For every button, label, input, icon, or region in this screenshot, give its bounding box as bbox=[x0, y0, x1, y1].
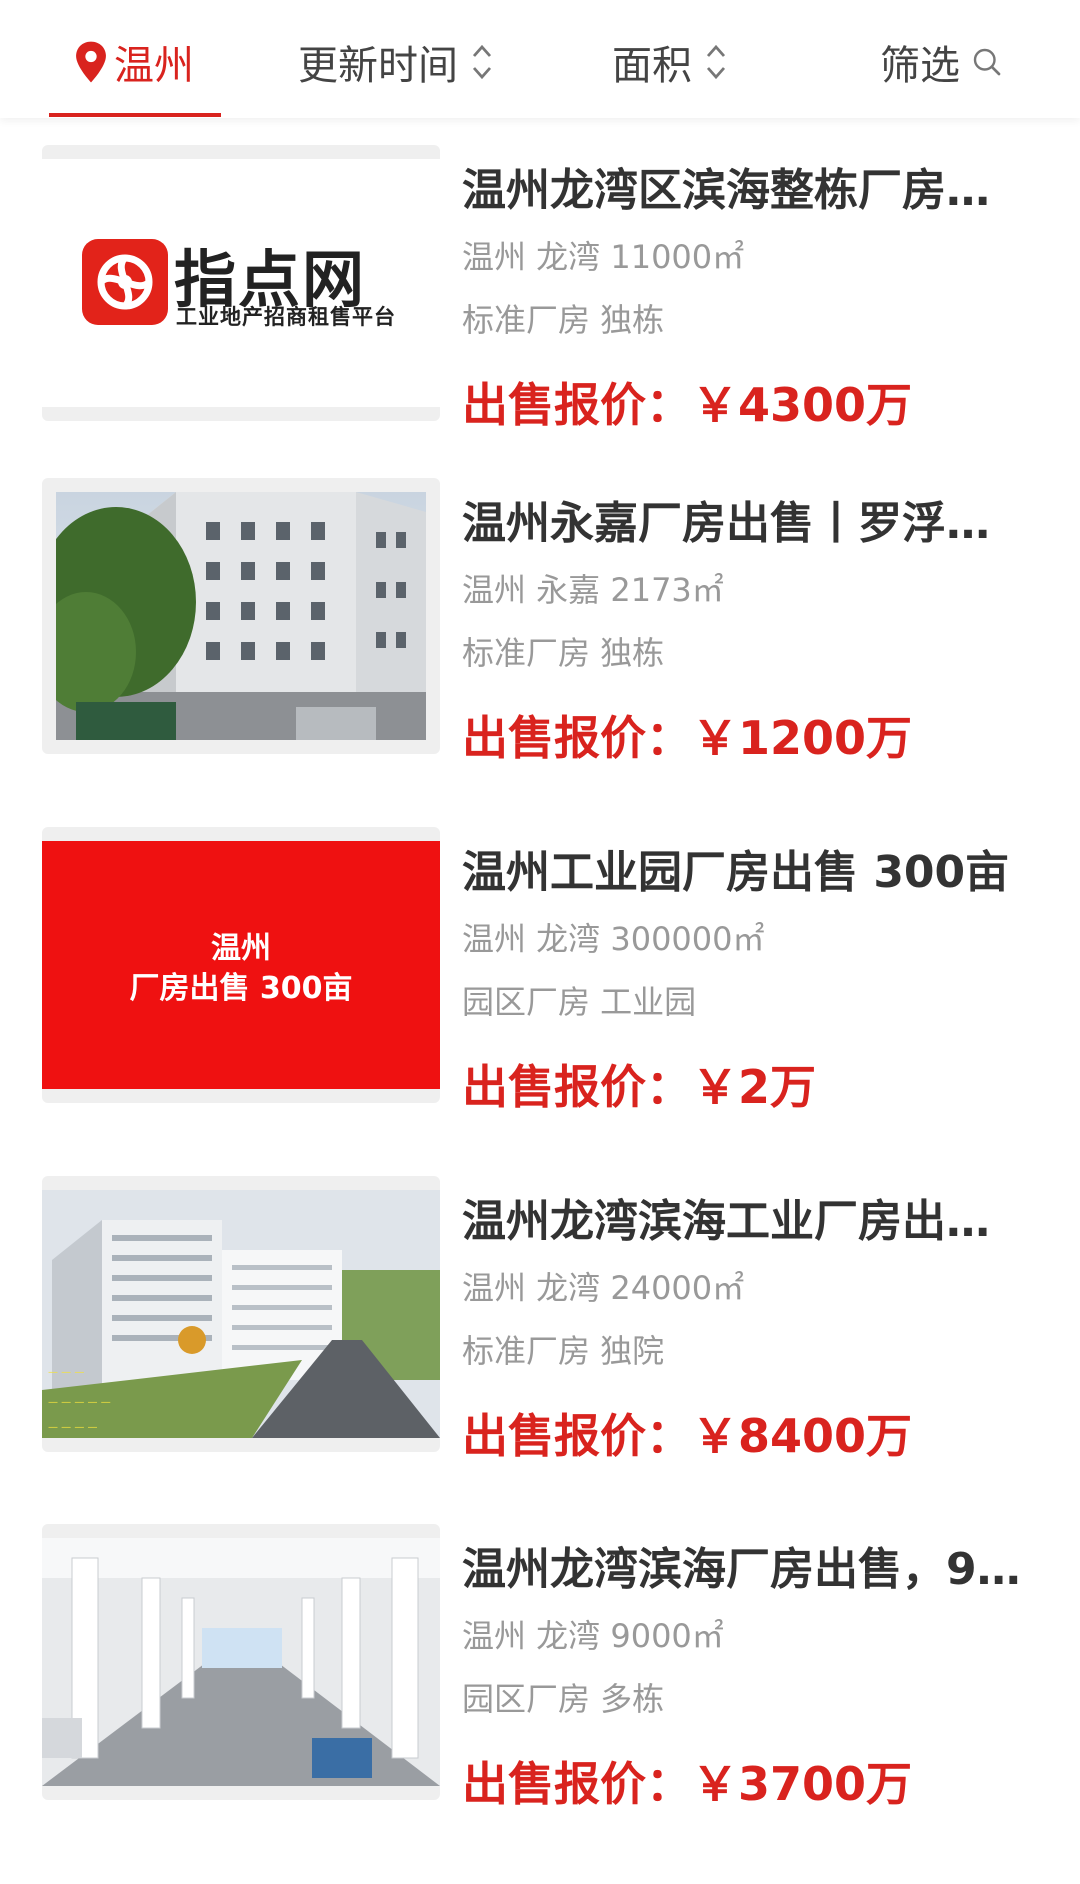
promo-card-image: 温州 厂房出售 300亩 bbox=[42, 841, 440, 1089]
promo-card-text: 温州 厂房出售 300亩 bbox=[42, 929, 440, 1009]
logo-tagline: 工业地产招商租售平台 bbox=[176, 305, 396, 329]
listing-price: 出售报价：￥2万 bbox=[462, 1060, 817, 1114]
sort-area-label: 面积 bbox=[612, 43, 692, 89]
industrial-park-photo: — — — — — — — — — — — — bbox=[42, 1190, 440, 1438]
listing-thumbnail: 指点网 工业地产招商租售平台 bbox=[42, 145, 440, 421]
company-logo-image: 指点网 工业地产招商租售平台 bbox=[42, 159, 440, 407]
listing-item[interactable]: 温州 厂房出售 300亩 温州工业园厂房出售 300亩 温州 龙湾 300000… bbox=[0, 827, 1080, 1127]
filter-bar: 温州 更新时间 面积 筛选 bbox=[0, 0, 1080, 118]
promo-card-line2: 厂房出售 300亩 bbox=[129, 971, 353, 1006]
listing-title: 温州龙湾滨海工业厂房出… bbox=[462, 1196, 990, 1247]
city-filter-label: 温州 bbox=[114, 43, 194, 89]
listing-price: 出售报价：￥1200万 bbox=[462, 711, 913, 765]
listing-location-area: 温州 永嘉 2173㎡ bbox=[462, 571, 724, 609]
listing-location-area: 温州 龙湾 24000㎡ bbox=[462, 1269, 745, 1307]
listing-tags: 标准厂房 独院 bbox=[462, 1332, 665, 1370]
listing-thumbnail: — — — — — — — — — — — — bbox=[42, 1176, 440, 1452]
listing-thumbnail bbox=[42, 478, 440, 754]
listing-location-area: 温州 龙湾 300000㎡ bbox=[462, 920, 765, 958]
listing-tags: 标准厂房 独栋 bbox=[462, 634, 665, 672]
listing-price: 出售报价：￥4300万 bbox=[462, 378, 913, 432]
sort-by-area[interactable]: 面积 bbox=[612, 32, 728, 92]
location-pin-icon bbox=[76, 41, 106, 83]
search-icon bbox=[973, 48, 1001, 76]
listing-thumbnail: 温州 厂房出售 300亩 bbox=[42, 827, 440, 1103]
listing-title: 温州永嘉厂房出售丨罗浮… bbox=[462, 498, 990, 549]
listing-item[interactable]: 指点网 工业地产招商租售平台 温州龙湾区滨海整栋厂房… 温州 龙湾 11000㎡… bbox=[0, 145, 1080, 445]
listing-tags: 园区厂房 多栋 bbox=[462, 1680, 665, 1718]
listing-title: 温州龙湾区滨海整栋厂房… bbox=[462, 165, 990, 216]
listing-thumbnail bbox=[42, 1524, 440, 1800]
building-photo bbox=[56, 492, 426, 740]
listing-tags: 标准厂房 独栋 bbox=[462, 301, 665, 339]
listing-price: 出售报价：￥8400万 bbox=[462, 1409, 913, 1463]
active-tab-indicator bbox=[49, 113, 221, 117]
filter-label: 筛选 bbox=[880, 43, 960, 89]
promo-card-line1: 温州 bbox=[211, 931, 271, 966]
sort-arrows-icon bbox=[472, 44, 492, 80]
listing-item[interactable]: 温州龙湾滨海厂房出售，9… 温州 龙湾 9000㎡ 园区厂房 多栋 出售报价：￥… bbox=[0, 1524, 1080, 1824]
listing-tags: 园区厂房 工业园 bbox=[462, 983, 697, 1021]
listing-location-area: 温州 龙湾 11000㎡ bbox=[462, 238, 745, 276]
logo-mark-icon bbox=[82, 239, 168, 325]
listing-item[interactable]: — — — — — — — — — — — — 温州龙湾滨海工业厂房出… 温州 … bbox=[0, 1176, 1080, 1476]
sort-time-label: 更新时间 bbox=[298, 43, 458, 89]
svg-text:— — — —: — — — — bbox=[48, 1422, 98, 1433]
filter-button[interactable]: 筛选 bbox=[880, 32, 1002, 92]
svg-text:— — —: — — — bbox=[48, 1367, 84, 1378]
svg-text:— — — — —: — — — — — bbox=[48, 1397, 111, 1408]
listing-title: 温州工业园厂房出售 300亩 bbox=[462, 847, 1010, 898]
factory-interior-photo bbox=[42, 1538, 440, 1786]
sort-arrows-icon bbox=[706, 44, 726, 80]
city-filter-tab[interactable]: 温州 bbox=[72, 32, 194, 92]
sort-by-update-time[interactable]: 更新时间 bbox=[298, 32, 494, 92]
listing-price: 出售报价：￥3700万 bbox=[462, 1757, 913, 1811]
listing-title: 温州龙湾滨海厂房出售，9… bbox=[462, 1544, 1021, 1595]
listing-location-area: 温州 龙湾 9000㎡ bbox=[462, 1617, 724, 1655]
listing-item[interactable]: 温州永嘉厂房出售丨罗浮… 温州 永嘉 2173㎡ 标准厂房 独栋 出售报价：￥1… bbox=[0, 478, 1080, 778]
